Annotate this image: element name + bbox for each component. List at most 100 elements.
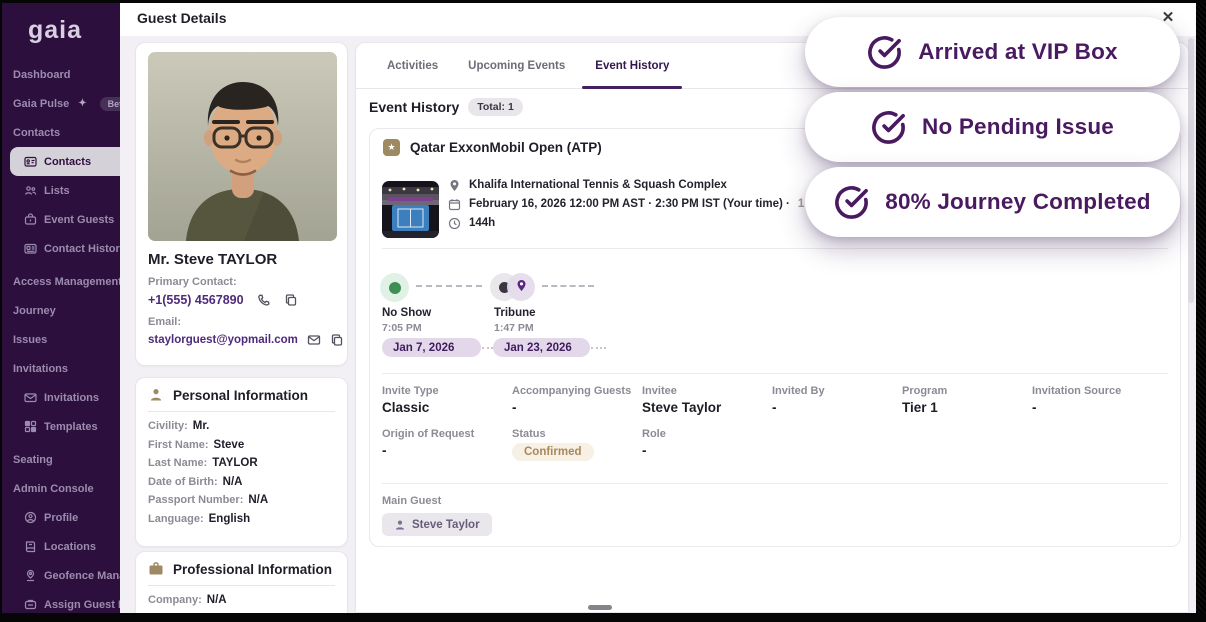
check-circle-icon: [871, 110, 906, 145]
personal-information-fields: Civility:Mr. First Name:Steve Last Name:…: [148, 420, 268, 525]
sidebar-item-admin-console[interactable]: Admin Console: [0, 474, 120, 503]
guest-email[interactable]: staylorguest@yopmail.com: [148, 334, 298, 346]
sidebar-item-issues[interactable]: Issues: [0, 325, 120, 354]
invite-details-row-2: Origin of Request - Status Confirmed Rol…: [382, 428, 772, 461]
timeline-date-tribune: Jan 23, 2026: [493, 338, 590, 357]
divider: [148, 411, 335, 412]
copy-phone-icon[interactable]: [284, 293, 298, 307]
briefcase-icon: [148, 561, 164, 577]
guest-bag-icon: [24, 213, 37, 226]
divider: [382, 248, 1168, 249]
main-guest-chip[interactable]: Steve Taylor: [382, 513, 492, 536]
personal-information-title: Personal Information: [173, 388, 308, 403]
field-company: Company:N/A: [148, 594, 227, 606]
personal-information-card: Personal Information Civility:Mr. First …: [135, 377, 348, 547]
main-guest-label: Main Guest: [382, 495, 441, 507]
sidebar-item-access-management[interactable]: Access Management: [0, 267, 120, 296]
frame-left-edge: [0, 0, 2, 622]
email-label: Email:: [148, 316, 181, 328]
templates-icon: [24, 420, 37, 433]
divider: [382, 483, 1168, 484]
sidebar-item-seating[interactable]: Seating: [0, 445, 120, 474]
guest-photo: [148, 52, 337, 241]
phone-icon[interactable]: [257, 293, 271, 307]
app-window: gaia Dashboard Gaia Pulse ✦ Beta Contact…: [0, 0, 1206, 622]
professional-information-title: Professional Information: [173, 562, 332, 577]
sidebar-item-event-guests[interactable]: Event Guests: [0, 205, 120, 234]
tribune-pin-icon: [515, 279, 528, 297]
detail-origin-of-request: Origin of Request -: [382, 428, 512, 461]
sidebar-item-contacts-group[interactable]: Contacts: [0, 118, 120, 147]
event-venue-row: Khalifa International Tennis & Squash Co…: [448, 178, 862, 192]
sidebar: gaia Dashboard Gaia Pulse ✦ Beta Contact…: [0, 0, 120, 622]
event-info: Khalifa International Tennis & Squash Co…: [448, 178, 862, 230]
detail-invitee: Invitee Steve Taylor: [642, 385, 772, 415]
contact-card-icon: [24, 155, 37, 168]
page-title: Guest Details: [137, 10, 226, 26]
sidebar-item-invitations[interactable]: Invitations: [0, 383, 120, 412]
event-card-header[interactable]: ★ Qatar ExxonMobil Open (ATP): [383, 139, 602, 156]
event-datetime-row: February 16, 2026 12:00 PM AST · 2:30 PM…: [448, 197, 862, 211]
invite-details-row-1: Invite Type Classic Accompanying Guests …: [382, 385, 1162, 415]
guest-profile-card: Mr. Steve TAYLOR Primary Contact: +1(555…: [135, 42, 348, 366]
history-card-icon: [24, 242, 37, 255]
sidebar-item-journey[interactable]: Journey: [0, 296, 120, 325]
detail-status: Status Confirmed: [512, 428, 642, 461]
professional-information-header: Professional Information: [148, 561, 332, 577]
sidebar-item-locations[interactable]: Locations: [0, 532, 120, 561]
tab-upcoming-events[interactable]: Upcoming Events: [453, 43, 580, 88]
sidebar-item-dashboard[interactable]: Dashboard: [0, 60, 120, 89]
guest-name: Mr. Steve TAYLOR: [148, 251, 277, 268]
timeline-connector: [416, 285, 482, 287]
sidebar-item-contact-history[interactable]: Contact History: [0, 234, 120, 263]
field-passport-number: Passport Number:N/A: [148, 494, 268, 506]
copy-email-icon[interactable]: [330, 333, 344, 347]
event-duration: 144h: [469, 217, 495, 229]
professional-information-fields: Company:N/A: [148, 594, 227, 606]
ticket-icon: ★: [383, 139, 400, 156]
mail-icon[interactable]: [307, 333, 321, 347]
sidebar-nav: Dashboard Gaia Pulse ✦ Beta Contacts Con…: [0, 60, 120, 619]
primary-contact-label: Primary Contact:: [148, 276, 237, 288]
assign-rota-icon: [24, 598, 37, 611]
total-badge: Total: 1: [468, 98, 523, 116]
event-duration-row: 144h: [448, 216, 862, 230]
sidebar-item-lists[interactable]: Lists: [0, 176, 120, 205]
timeline-time-no-show: 7:05 PM: [382, 322, 422, 334]
envelope-icon: [24, 391, 37, 404]
no-show-dot-icon: [389, 282, 401, 294]
sparkle-icon: ✦: [78, 98, 86, 109]
check-circle-icon: [834, 185, 869, 220]
detail-accompanying-guests: Accompanying Guests -: [512, 385, 642, 415]
tab-event-history[interactable]: Event History: [580, 43, 684, 88]
chip-person-icon: [394, 519, 406, 531]
sidebar-item-contacts[interactable]: Contacts: [10, 147, 120, 176]
event-thumbnail: [382, 181, 439, 238]
sidebar-item-geofence-manager[interactable]: Geofence Manager: [0, 561, 120, 590]
event-title: Qatar ExxonMobil Open (ATP): [410, 140, 602, 155]
detail-role: Role -: [642, 428, 772, 461]
guest-phone[interactable]: +1(555) 4567890: [148, 293, 244, 307]
toast-arrived-vip-box[interactable]: Arrived at VIP Box: [805, 17, 1180, 87]
tab-activities[interactable]: Activities: [372, 43, 453, 88]
sidebar-item-templates[interactable]: Templates: [0, 412, 120, 441]
field-language: Language:English: [148, 513, 268, 525]
sidebar-item-gaia-pulse[interactable]: Gaia Pulse ✦ Beta: [0, 89, 120, 118]
toast-no-pending-issue[interactable]: No Pending Issue: [805, 92, 1180, 162]
email-row: staylorguest@yopmail.com: [148, 333, 344, 347]
drag-handle[interactable]: [588, 605, 612, 610]
close-icon[interactable]: ✕: [1158, 7, 1178, 27]
scrollbar-thumb[interactable]: [1188, 38, 1194, 303]
toast-journey-completed[interactable]: 80% Journey Completed: [805, 167, 1180, 237]
divider: [382, 373, 1168, 374]
event-history-heading: Event History Total: 1: [369, 98, 523, 116]
geofence-icon: [24, 569, 37, 582]
detail-invited-by: Invited By -: [772, 385, 902, 415]
map-pin-icon: [448, 179, 461, 192]
check-circle-icon: [867, 35, 902, 70]
sidebar-item-profile[interactable]: Profile: [0, 503, 120, 532]
frame-right-edge: [1196, 0, 1206, 622]
timeline-connector: [542, 285, 594, 287]
sidebar-item-invitations-group[interactable]: Invitations: [0, 354, 120, 383]
timeline-label-tribune: Tribune: [494, 307, 536, 319]
